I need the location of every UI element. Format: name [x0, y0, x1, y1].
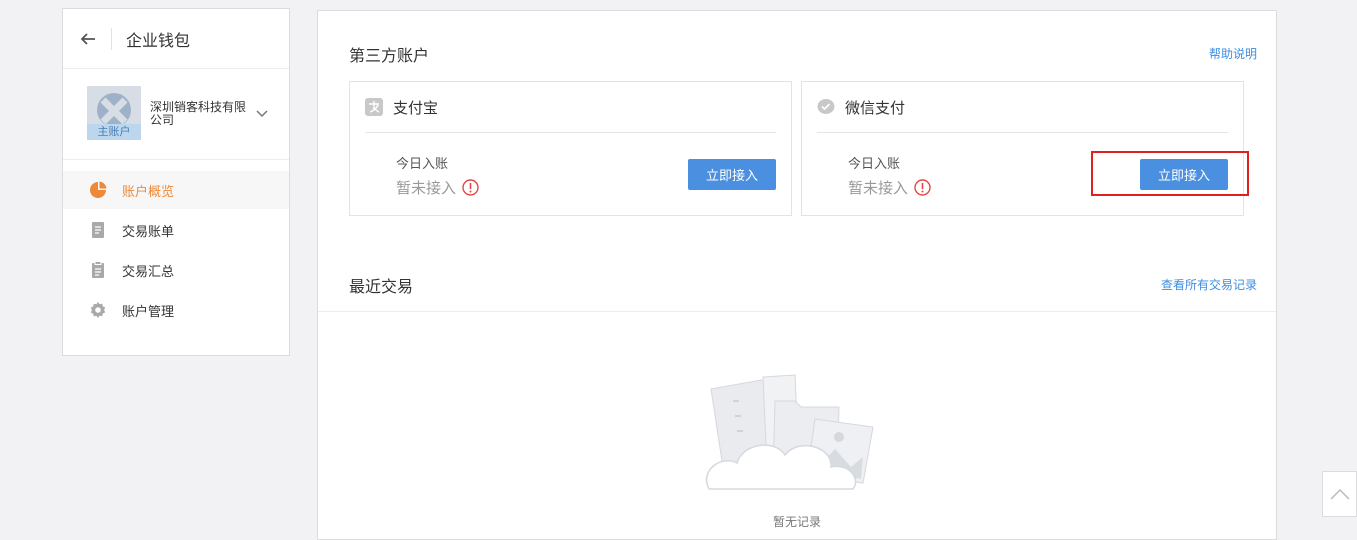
account-switcher[interactable]: 主账户 深圳销客科技有限公司	[63, 69, 289, 160]
back-to-top-button[interactable]	[1322, 471, 1357, 517]
sidebar-title: 企业钱包	[126, 30, 191, 50]
sidebar-item-management[interactable]: 账户管理	[63, 291, 289, 329]
section-divider	[318, 311, 1276, 312]
sidebar-nav: 账户概览 交易账单 交易汇总 账户管理	[63, 160, 289, 329]
chevron-down-icon[interactable]	[255, 106, 269, 120]
empty-state-illustration	[706, 374, 874, 490]
connect-alipay-button[interactable]: 立即接入	[688, 159, 776, 190]
view-all-transactions-link[interactable]: 查看所有交易记录	[1161, 276, 1257, 293]
sidebar-item-label: 账户概览	[122, 184, 175, 200]
help-link[interactable]: 帮助说明	[1209, 45, 1257, 62]
main-account-badge: 主账户	[87, 124, 141, 140]
document-icon	[92, 222, 104, 238]
sidebar-header: 企业钱包	[63, 9, 289, 69]
card-title: 微信支付	[845, 98, 906, 117]
highlight-box	[1091, 151, 1249, 196]
today-income-label: 今日入账	[848, 157, 901, 172]
alipay-icon	[365, 98, 383, 116]
connection-status: 暂未接入	[396, 177, 479, 198]
sidebar-item-overview[interactable]: 账户概览	[63, 171, 289, 209]
warning-icon	[462, 179, 479, 196]
warning-icon	[914, 179, 931, 196]
connection-status: 暂未接入	[848, 177, 931, 198]
card-title: 支付宝	[393, 98, 439, 117]
main-panel: 第三方账户 帮助说明 支付宝 今日入账 暂未接入 立即接入 微信支付 今日入账 …	[317, 10, 1277, 540]
sidebar-item-label: 账户管理	[122, 304, 175, 320]
chevron-up-icon	[1329, 488, 1350, 500]
today-income-label: 今日入账	[396, 157, 449, 172]
sidebar-item-summary[interactable]: 交易汇总	[63, 251, 289, 289]
header-separator	[111, 27, 112, 50]
sidebar-item-transactions[interactable]: 交易账单	[63, 211, 289, 249]
recent-transactions-title: 最近交易	[349, 277, 414, 296]
third-party-title: 第三方账户	[349, 46, 430, 65]
wechat-pay-icon	[817, 99, 835, 114]
sidebar-item-label: 交易账单	[122, 224, 175, 240]
card-header: 支付宝	[365, 82, 776, 133]
pie-chart-icon	[90, 181, 107, 198]
back-arrow-icon[interactable]	[77, 28, 99, 50]
clipboard-icon	[92, 261, 104, 278]
card-header: 微信支付	[817, 82, 1228, 133]
status-text: 暂未接入	[848, 179, 909, 197]
status-text: 暂未接入	[396, 179, 457, 197]
company-name: 深圳销客科技有限公司	[150, 100, 247, 127]
avatar: 主账户	[87, 86, 141, 140]
empty-state-text: 暂无记录	[772, 515, 821, 529]
alipay-card: 支付宝 今日入账 暂未接入 立即接入	[349, 81, 792, 216]
sidebar-item-label: 交易汇总	[122, 264, 175, 280]
gear-icon	[90, 302, 106, 318]
wallet-sidebar: 企业钱包 主账户 深圳销客科技有限公司 账户概览 交易账单 交易汇总 账户管理	[62, 8, 290, 356]
